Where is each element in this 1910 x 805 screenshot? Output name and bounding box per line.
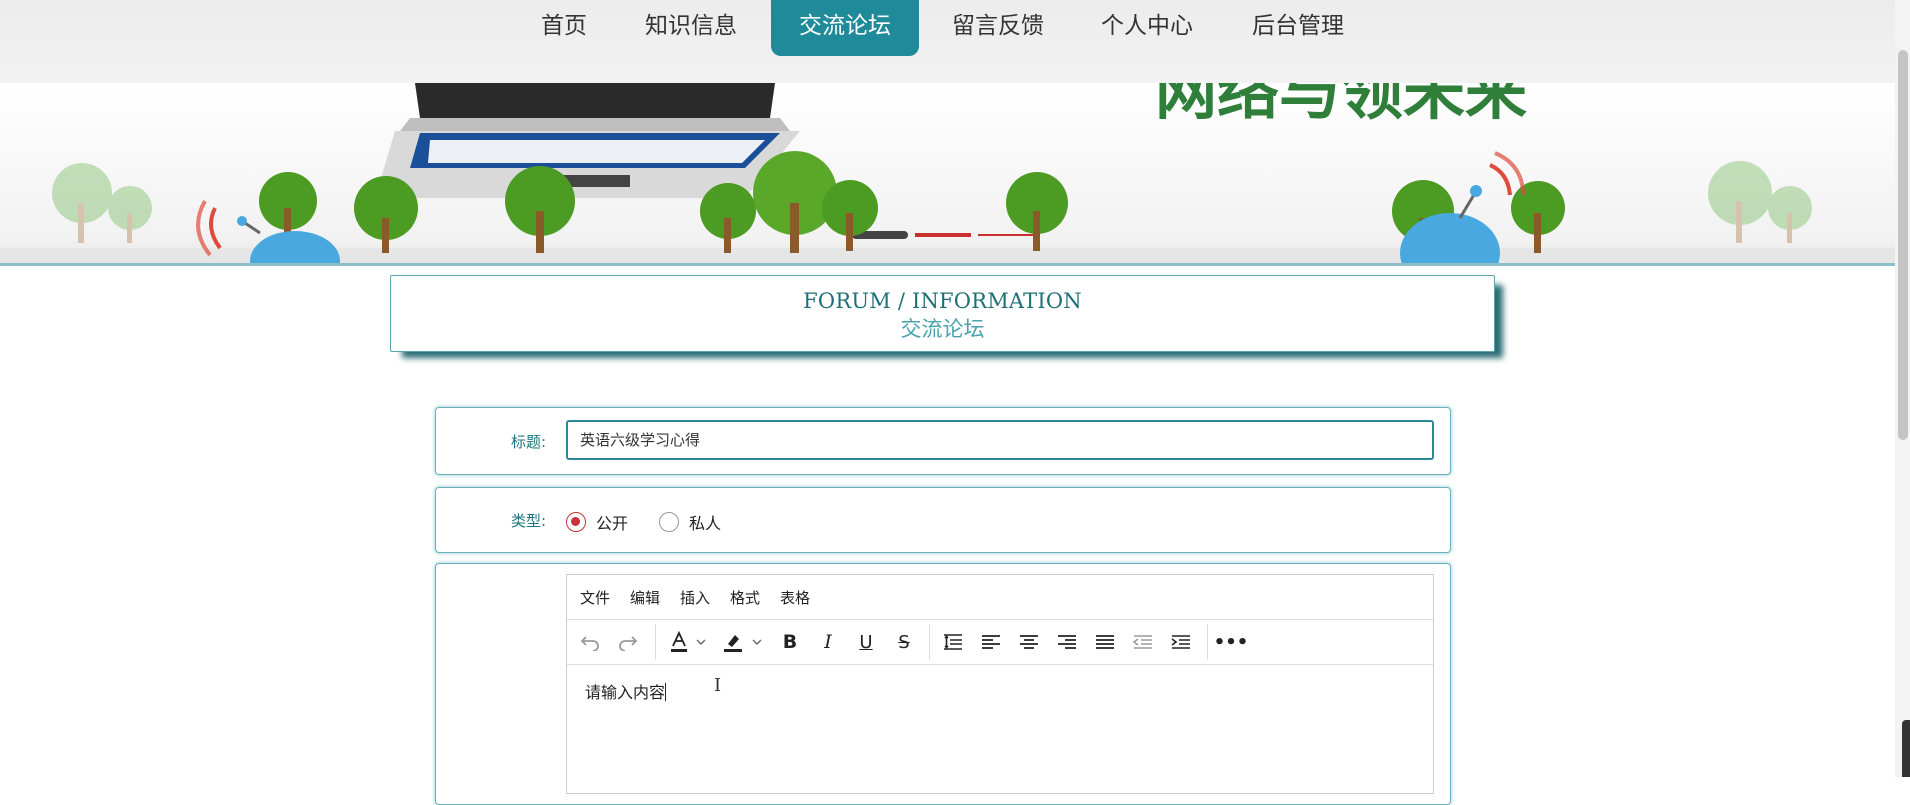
strikethrough-icon[interactable]: S [889, 626, 919, 658]
line-height-icon[interactable] [937, 626, 969, 658]
undo-icon[interactable] [575, 626, 605, 658]
outdent-icon[interactable] [1127, 626, 1159, 658]
laptop-illustration [375, 83, 800, 198]
align-left-icon[interactable] [975, 626, 1007, 658]
section-title-cn: 交流论坛 [900, 317, 985, 341]
title-label: 标题: [510, 433, 546, 451]
align-center-icon[interactable] [1013, 626, 1045, 658]
banner-illustration: 网络与领未来 [0, 83, 1895, 266]
menu-file[interactable]: 文件 [580, 587, 610, 608]
section-title-en: FORUM / INFORMATION [803, 289, 1082, 313]
radio-private-label: 私人 [689, 514, 722, 533]
align-justify-icon[interactable] [1089, 626, 1121, 658]
editor-toolbar: B I U S ••• [567, 620, 1433, 665]
section-heading: FORUM / INFORMATION 交流论坛 [390, 275, 1495, 352]
nav-item-profile[interactable]: 个人中心 [1092, 0, 1202, 56]
page-scrollbar[interactable] [1895, 0, 1910, 777]
radio-public-indicator[interactable] [566, 512, 586, 532]
highlight-color-icon[interactable] [719, 626, 747, 658]
editor-content[interactable]: 请输入内容 [585, 679, 667, 703]
scrollbar-thumb[interactable] [1898, 50, 1908, 440]
redo-icon[interactable] [613, 626, 643, 658]
text-color-chevron-down-icon[interactable] [693, 626, 709, 658]
form-row-content: 文件 编辑 插入 格式 表格 B I U S ••• 请输入内容 I [435, 563, 1451, 805]
title-input[interactable]: 英语六级学习心得 [566, 420, 1434, 460]
slider-dot-2 [915, 233, 971, 237]
nav-item-feedback[interactable]: 留言反馈 [943, 0, 1053, 56]
italic-icon[interactable]: I [813, 626, 843, 658]
text-color-icon[interactable] [665, 626, 693, 658]
align-right-icon[interactable] [1051, 626, 1083, 658]
nav-item-admin[interactable]: 后台管理 [1243, 0, 1353, 56]
editor-menubar: 文件 编辑 插入 格式 表格 [567, 575, 1433, 620]
nav-item-home[interactable]: 首页 [530, 0, 598, 56]
form-row-type: 类型: 公开 私人 [435, 487, 1451, 553]
menu-format[interactable]: 格式 [730, 587, 760, 608]
radio-public-label: 公开 [596, 514, 629, 533]
menu-insert[interactable]: 插入 [680, 587, 710, 608]
text-caret [665, 683, 667, 701]
menu-table[interactable]: 表格 [780, 587, 810, 608]
slider-dot-3 [978, 234, 1034, 236]
top-nav: 首页 知识信息 交流论坛 留言反馈 个人中心 后台管理 [0, 0, 1895, 83]
highlight-chevron-down-icon[interactable] [749, 626, 765, 658]
radio-private[interactable]: 私人 [659, 510, 721, 534]
rich-text-editor: 文件 编辑 插入 格式 表格 B I U S ••• 请输入内容 I [566, 574, 1434, 794]
banner-divider [0, 263, 1895, 266]
banner: 网络与领未来 [0, 83, 1895, 266]
form-row-title: 标题: 英语六级学习心得 [435, 407, 1451, 475]
banner-title: 网络与领未来 [1155, 83, 1527, 128]
text-cursor-icon: I [714, 675, 722, 696]
nav-item-knowledge[interactable]: 知识信息 [636, 0, 746, 56]
nav-item-forum[interactable]: 交流论坛 [771, 0, 919, 56]
indent-icon[interactable] [1165, 626, 1197, 658]
radio-public[interactable]: 公开 [566, 510, 628, 534]
type-label: 类型: [510, 512, 546, 530]
corner-widget [1902, 720, 1910, 777]
radio-private-indicator[interactable] [659, 512, 679, 532]
menu-edit[interactable]: 编辑 [630, 587, 660, 608]
bold-icon[interactable]: B [775, 626, 805, 658]
more-icon[interactable]: ••• [1214, 626, 1249, 658]
underline-icon[interactable]: U [851, 626, 881, 658]
editor-content-text: 请输入内容 [585, 683, 666, 702]
